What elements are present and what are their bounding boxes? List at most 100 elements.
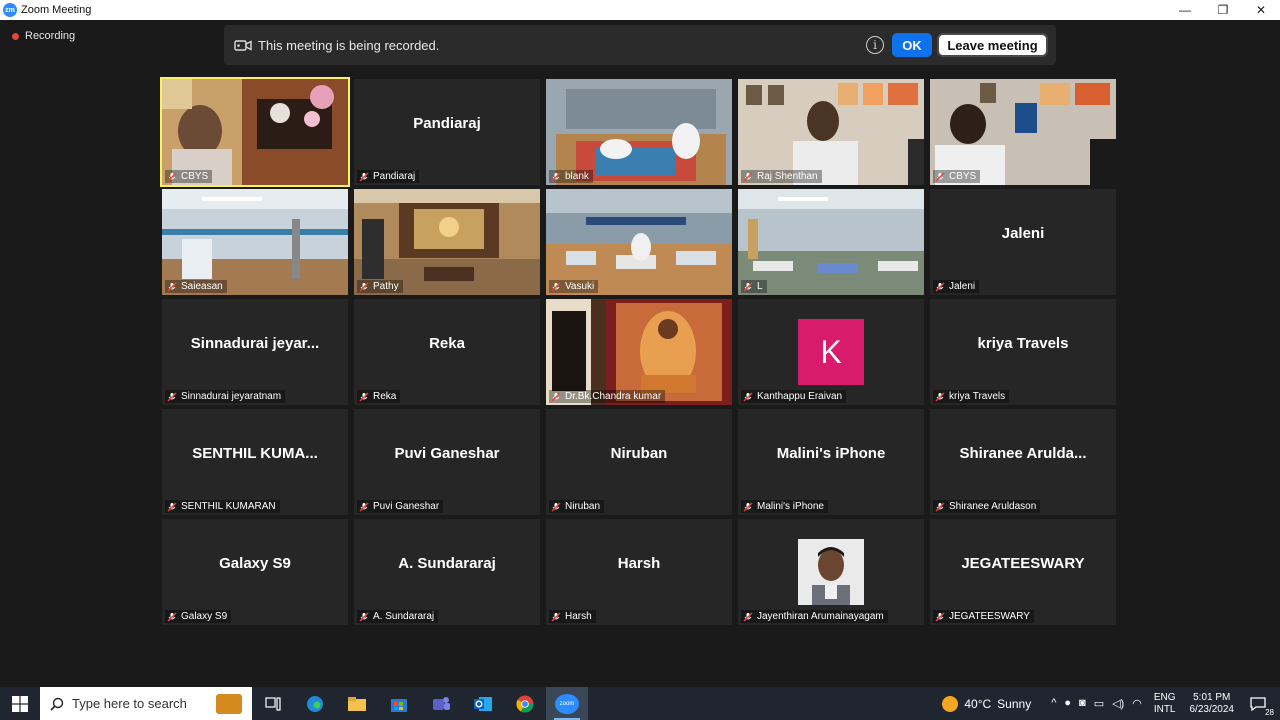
- restore-button[interactable]: ❐: [1204, 0, 1242, 20]
- participant-tile[interactable]: Raj Shenthan: [738, 79, 924, 185]
- participant-tile[interactable]: Malini's iPhone Malini's iPhone: [738, 409, 924, 515]
- participant-tile[interactable]: Niruban Niruban: [546, 409, 732, 515]
- participant-nameplate: kriya Travels: [933, 390, 1010, 403]
- participant-display-name: SENTHIL KUMA...: [192, 444, 318, 462]
- mic-muted-icon: [167, 392, 177, 402]
- windows-logo-icon: [12, 695, 28, 712]
- leave-meeting-button[interactable]: Leave meeting: [937, 33, 1048, 57]
- mic-muted-icon: [551, 282, 561, 292]
- mic-muted-icon: [743, 172, 753, 182]
- search-placeholder: Type here to search: [72, 696, 187, 711]
- webcam-tray-icon[interactable]: ◙: [1079, 697, 1086, 710]
- participant-tile[interactable]: JEGATEESWARY JEGATEESWARY: [930, 519, 1116, 625]
- participant-name: Raj Shenthan: [757, 171, 818, 182]
- participant-nameplate: Saieasan: [165, 280, 227, 293]
- participant-tile[interactable]: Harsh Harsh: [546, 519, 732, 625]
- participant-tile[interactable]: CBYS: [160, 77, 350, 187]
- participant-nameplate: Galaxy S9: [165, 610, 232, 623]
- recording-label: Recording: [25, 30, 76, 42]
- participant-display-name: Shiranee Arulda...: [959, 444, 1087, 462]
- participant-display-name: Pandiaraj: [413, 114, 481, 132]
- participant-nameplate: Pandiaraj: [357, 170, 420, 183]
- participant-tile[interactable]: Saieasan: [162, 189, 348, 295]
- participant-tile[interactable]: Reka Reka: [354, 299, 540, 405]
- chrome-icon[interactable]: [504, 687, 546, 720]
- participant-display-name: Niruban: [610, 444, 668, 462]
- mic-muted-icon: [167, 612, 177, 622]
- task-view-icon[interactable]: [252, 687, 294, 720]
- edge-browser-icon[interactable]: [294, 687, 336, 720]
- participant-tile[interactable]: CBYS: [930, 79, 1116, 185]
- mic-muted-icon: [551, 612, 561, 622]
- weather-text: Sunny: [997, 696, 1032, 711]
- ok-button[interactable]: OK: [892, 33, 932, 57]
- participant-nameplate: L: [741, 280, 767, 293]
- participant-tile[interactable]: Puvi Ganeshar Puvi Ganeshar: [354, 409, 540, 515]
- participant-name: Harsh: [565, 611, 592, 622]
- participant-tile[interactable]: A. Sundararaj A. Sundararaj: [354, 519, 540, 625]
- taskbar-search[interactable]: Type here to search: [40, 687, 252, 720]
- weather-temp: 40°C: [964, 696, 992, 711]
- mic-muted-icon: [551, 172, 561, 182]
- battery-icon[interactable]: ▭: [1094, 697, 1104, 710]
- info-icon[interactable]: i: [866, 36, 884, 54]
- participant-tile[interactable]: kriya Travels kriya Travels: [930, 299, 1116, 405]
- participant-tile[interactable]: Vasuki: [546, 189, 732, 295]
- participant-name: Saieasan: [181, 281, 223, 292]
- participant-tile[interactable]: Jayenthiran Arumainayagam: [738, 519, 924, 625]
- participant-name: Pandiaraj: [373, 171, 416, 182]
- window-titlebar: zm Zoom Meeting — ❐ ✕: [0, 0, 1280, 20]
- teams-icon[interactable]: [420, 687, 462, 720]
- mic-muted-icon: [935, 502, 945, 512]
- participant-nameplate: Kanthappu Eraivan: [741, 390, 847, 403]
- notification-center-icon[interactable]: 28: [1248, 694, 1274, 717]
- close-button[interactable]: ✕: [1242, 0, 1280, 20]
- participant-nameplate: Reka: [357, 390, 401, 403]
- input-language[interactable]: ENG INTL: [1154, 692, 1176, 716]
- taskbar-clock[interactable]: 5:01 PM 6/23/2024: [1190, 692, 1235, 716]
- participant-tile[interactable]: Shiranee Arulda... Shiranee Aruldason: [930, 409, 1116, 515]
- participant-nameplate: A. Sundararaj: [357, 610, 439, 623]
- clock-time: 5:01 PM: [1193, 691, 1231, 703]
- participant-tile[interactable]: Pandiaraj Pandiaraj: [354, 79, 540, 185]
- meeting-stage: Recording This meeting is being recorded…: [0, 20, 1280, 687]
- mic-muted-icon: [359, 612, 369, 622]
- participant-tile[interactable]: Galaxy S9 Galaxy S9: [162, 519, 348, 625]
- outlook-icon[interactable]: [462, 687, 504, 720]
- participant-name: A. Sundararaj: [373, 611, 435, 622]
- participant-nameplate: Dr.Bk.Chandra kumar: [549, 390, 666, 403]
- wifi-icon[interactable]: ◠: [1132, 697, 1142, 710]
- microphone-tray-icon[interactable]: ●: [1064, 697, 1071, 710]
- recording-dot-icon: [12, 32, 19, 40]
- zoom-app-icon[interactable]: zoom: [546, 687, 588, 720]
- participant-tile[interactable]: L: [738, 189, 924, 295]
- participant-tile[interactable]: blank: [546, 79, 732, 185]
- mic-muted-icon: [167, 502, 177, 512]
- volume-icon[interactable]: ◁): [1112, 697, 1124, 710]
- participant-name: blank: [565, 171, 589, 182]
- participant-name: Malini's iPhone: [757, 501, 824, 512]
- recording-indicator[interactable]: Recording: [12, 30, 75, 42]
- mic-muted-icon: [359, 502, 369, 512]
- participant-nameplate: blank: [549, 170, 593, 183]
- recording-camera-icon: [234, 38, 252, 52]
- minimize-button[interactable]: —: [1166, 0, 1204, 20]
- file-explorer-icon[interactable]: [336, 687, 378, 720]
- participant-tile[interactable]: Pathy: [354, 189, 540, 295]
- participant-name: Shiranee Aruldason: [949, 501, 1037, 512]
- weather-widget[interactable]: 40°C Sunny: [942, 695, 1032, 712]
- participant-display-name: Malini's iPhone: [776, 444, 886, 462]
- participant-name: Pathy: [373, 281, 399, 292]
- participant-tile[interactable]: Dr.Bk.Chandra kumar: [546, 299, 732, 405]
- start-button[interactable]: [0, 687, 40, 720]
- participant-tile[interactable]: SENTHIL KUMA... SENTHIL KUMARAN: [162, 409, 348, 515]
- participant-tile[interactable]: Jaleni Jaleni: [930, 189, 1116, 295]
- microsoft-store-icon[interactable]: [378, 687, 420, 720]
- briefcase-icon[interactable]: [216, 693, 242, 714]
- participant-tile[interactable]: K Kanthappu Eraivan: [738, 299, 924, 405]
- chevron-up-icon[interactable]: ^: [1051, 697, 1056, 710]
- participant-nameplate: Niruban: [549, 500, 605, 513]
- sun-icon: [942, 695, 959, 712]
- participant-display-name: Harsh: [617, 554, 661, 572]
- participant-tile[interactable]: Sinnadurai jeyar... Sinnadurai jeyaratnam: [162, 299, 348, 405]
